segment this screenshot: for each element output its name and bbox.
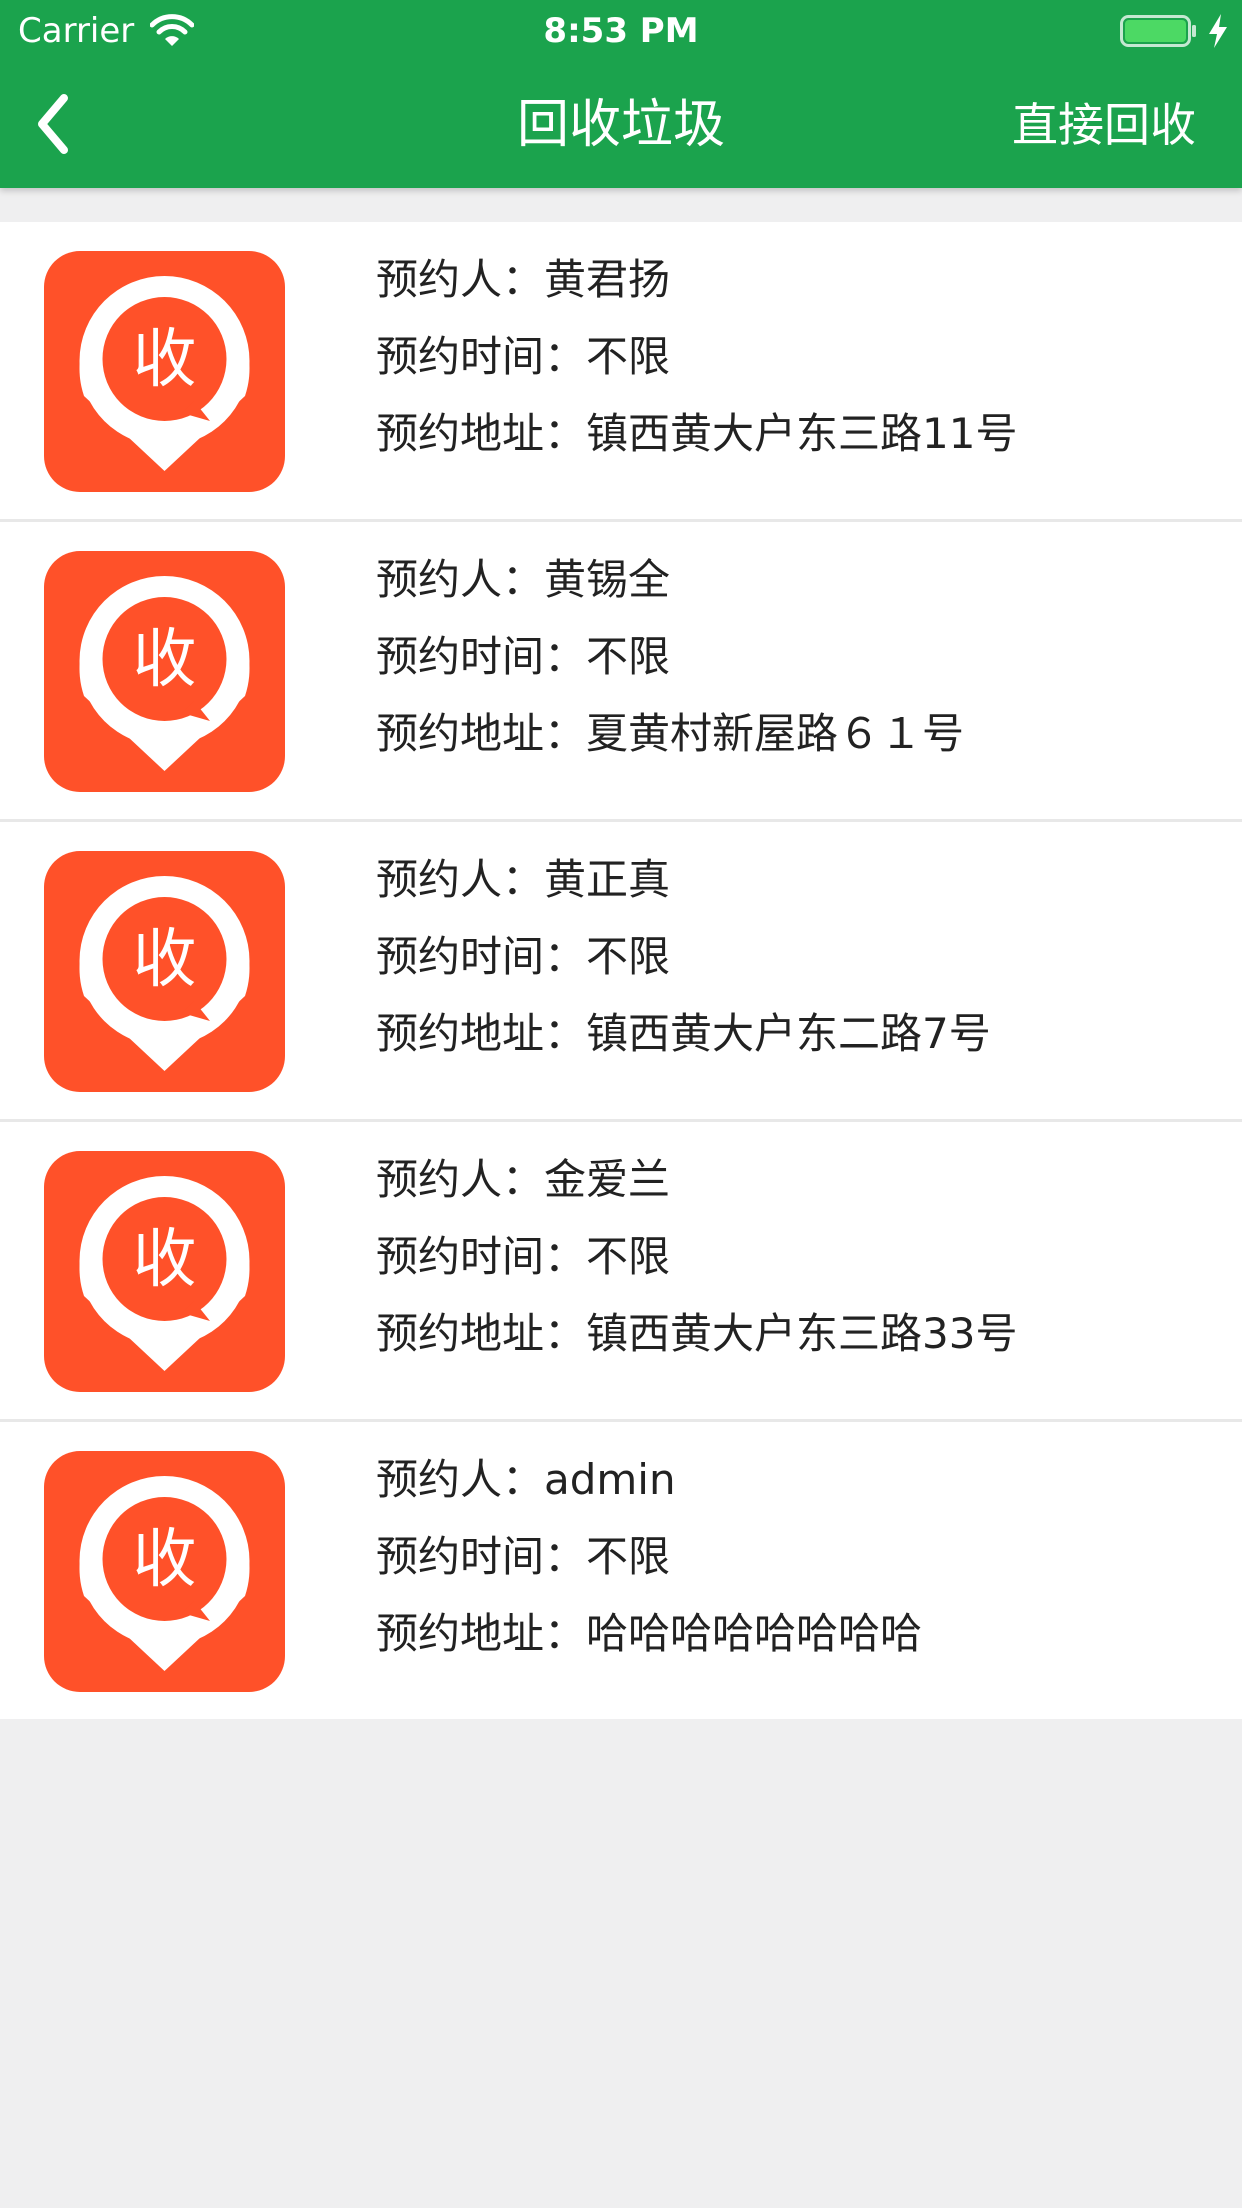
reservation-time: 预约时间：不限	[376, 1532, 671, 1581]
list-item[interactable]: 收 预约人：金爱兰 预约时间：不限 预约地址：镇西黄大户东三路33号	[0, 1122, 1242, 1422]
back-button[interactable]	[28, 88, 88, 160]
status-bar: Carrier 8:53 PM	[0, 0, 1242, 62]
icon-character: 收	[133, 323, 197, 397]
recycle-app-icon: 收	[44, 551, 285, 792]
item-text: 预约人：黄君扬 预约时间：不限 预约地址：镇西黄大户东三路11号	[376, 252, 1216, 483]
reservation-address: 预约地址：镇西黄大户东三路11号	[376, 409, 1018, 458]
recycle-app-icon: 收	[44, 1151, 285, 1392]
reservation-name: 预约人：admin	[376, 1455, 676, 1504]
icon-character: 收	[133, 623, 197, 697]
top-bar: Carrier 8:53 PM 回收垃圾 直接回收	[0, 0, 1242, 188]
recycle-app-icon: 收	[44, 1451, 285, 1692]
reservation-name: 预约人：黄君扬	[376, 255, 671, 304]
list-item[interactable]: 收 预约人：黄锡全 预约时间：不限 预约地址：夏黄村新屋路６１号	[0, 522, 1242, 822]
item-text: 预约人：黄锡全 预约时间：不限 预约地址：夏黄村新屋路６１号	[376, 552, 1216, 783]
reservation-time: 预约时间：不限	[376, 932, 671, 981]
reservation-address: 预约地址：镇西黄大户东二路7号	[376, 1009, 991, 1058]
chevron-left-icon	[28, 94, 88, 164]
reservation-address: 预约地址：镇西黄大户东三路33号	[376, 1309, 1018, 1358]
icon-character: 收	[133, 1223, 197, 1297]
reservation-address: 预约地址：夏黄村新屋路６１号	[376, 709, 965, 758]
appointment-list: 收 预约人：黄君扬 预约时间：不限 预约地址：镇西黄大户东三路11号 收 预约人…	[0, 222, 1242, 1719]
item-text: 预约人：admin 预约时间：不限 预约地址：哈哈哈哈哈哈哈哈	[376, 1452, 1216, 1683]
reservation-address: 预约地址：哈哈哈哈哈哈哈哈	[376, 1609, 923, 1658]
icon-character: 收	[133, 1523, 197, 1597]
list-item[interactable]: 收 预约人：黄君扬 预约时间：不限 预约地址：镇西黄大户东三路11号	[0, 222, 1242, 522]
reservation-time: 预约时间：不限	[376, 632, 671, 681]
reservation-time: 预约时间：不限	[376, 332, 671, 381]
recycle-app-icon: 收	[44, 851, 285, 1092]
charging-bolt-icon	[1206, 13, 1230, 49]
list-item[interactable]: 收 预约人：黄正真 预约时间：不限 预约地址：镇西黄大户东二路7号	[0, 822, 1242, 1122]
reservation-name: 预约人：黄正真	[376, 855, 671, 904]
item-text: 预约人：金爱兰 预约时间：不限 预约地址：镇西黄大户东三路33号	[376, 1152, 1216, 1383]
recycle-app-icon: 收	[44, 251, 285, 492]
direct-recycle-button[interactable]: 直接回收	[1012, 94, 1196, 156]
icon-character: 收	[133, 923, 197, 997]
battery-icon	[1120, 14, 1198, 48]
reservation-name: 预约人：金爱兰	[376, 1155, 671, 1204]
navigation-bar: 回收垃圾 直接回收	[0, 62, 1242, 188]
reservation-name: 预约人：黄锡全	[376, 555, 671, 604]
item-text: 预约人：黄正真 预约时间：不限 预约地址：镇西黄大户东二路7号	[376, 852, 1216, 1083]
reservation-time: 预约时间：不限	[376, 1232, 671, 1281]
list-item[interactable]: 收 预约人：admin 预约时间：不限 预约地址：哈哈哈哈哈哈哈哈	[0, 1422, 1242, 1719]
status-time: 8:53 PM	[543, 11, 699, 51]
